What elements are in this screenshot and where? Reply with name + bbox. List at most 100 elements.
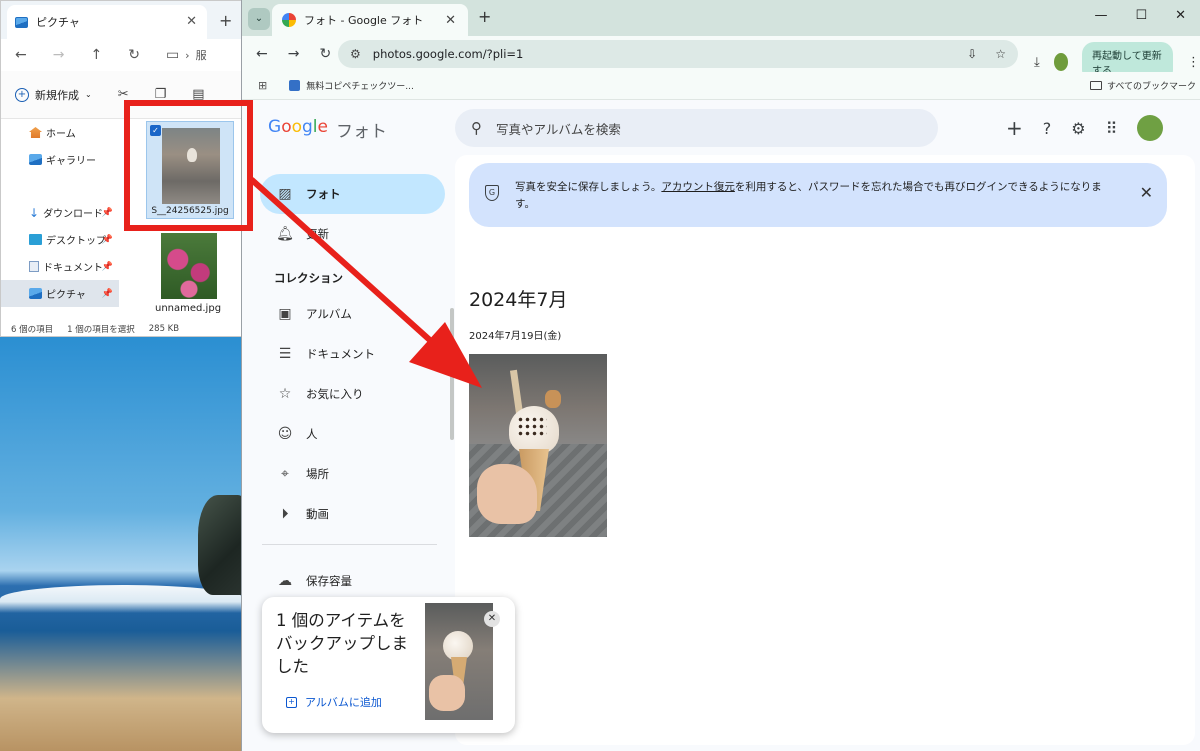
bookmark-label: 無料コピペチェックツー... bbox=[306, 82, 414, 92]
gallery-icon bbox=[29, 154, 42, 165]
new-tab-button[interactable]: + bbox=[478, 7, 491, 26]
nav-label: 更新 bbox=[306, 227, 329, 241]
settings-gear-icon[interactable]: ⚙ bbox=[1071, 119, 1085, 138]
apps-grid-icon[interactable]: ⊞ bbox=[258, 79, 267, 92]
close-icon[interactable]: ✕ bbox=[186, 14, 197, 29]
all-bookmarks-button[interactable]: すべてのブックマーク bbox=[1089, 79, 1196, 92]
bookmarks-bar: ⊞ 無料コピペチェックツー... すべてのブックマーク bbox=[242, 72, 1200, 100]
nav-label: 保存容量 bbox=[306, 574, 352, 588]
sidebar-item-label: ホーム bbox=[46, 129, 76, 140]
nav-item-favorites[interactable]: ☆ お気に入り bbox=[260, 374, 445, 414]
nav-item-updates[interactable]: 🔔︎ 更新 bbox=[260, 214, 445, 254]
bookmark-star-icon[interactable]: ☆ bbox=[995, 47, 1006, 61]
photos-sidebar: ▨ フォト 🔔︎ 更新 コレクション ▣ アルバム ☰ ドキュメント ☆ お気に… bbox=[260, 174, 445, 601]
photo-thumbnail[interactable] bbox=[469, 354, 607, 537]
download-icon[interactable]: ⤓ bbox=[1034, 55, 1040, 70]
sidebar-item-home[interactable]: ホーム bbox=[1, 119, 119, 146]
file-name: unnamed.jpg bbox=[155, 303, 222, 314]
explorer-tab[interactable]: ピクチャ ✕ bbox=[7, 5, 207, 39]
chevron-down-icon: ⌄ bbox=[85, 90, 92, 99]
bell-icon: 🔔︎ bbox=[276, 226, 294, 242]
nav-label: ドキュメント bbox=[306, 347, 375, 361]
sidebar-item-label: ダウンロード bbox=[43, 209, 104, 220]
tab-search-button[interactable]: ⌄ bbox=[248, 8, 270, 30]
nav-item-people[interactable]: ☺ 人 bbox=[260, 414, 445, 454]
add-to-album-label: アルバムに追加 bbox=[305, 696, 382, 709]
document-icon bbox=[29, 261, 39, 272]
apps-grid-icon[interactable]: ⠿ bbox=[1106, 119, 1118, 138]
chrome-tab-bar: ⌄ フォト - Google フォト ✕ + — ☐ ✕ bbox=[242, 0, 1200, 36]
url-text: photos.google.com/?pli=1 bbox=[372, 47, 524, 61]
minimize-icon[interactable]: — bbox=[1094, 8, 1107, 23]
photo-icon: ▨ bbox=[278, 186, 292, 202]
sidebar-item-documents[interactable]: ドキュメント 📌 bbox=[1, 253, 119, 280]
sidebar-item-label: ギャラリー bbox=[46, 156, 96, 167]
sidebar-item-desktop[interactable]: デスクトップ 📌 bbox=[1, 226, 119, 253]
folder-icon bbox=[1089, 81, 1102, 90]
status-selected: 1 個の項目を選択 bbox=[67, 324, 135, 335]
add-to-album-button[interactable]: + アルバムに追加 bbox=[286, 694, 382, 710]
close-icon[interactable]: ✕ bbox=[1140, 183, 1153, 202]
profile-avatar[interactable] bbox=[1053, 53, 1068, 71]
month-heading: 2024年7月 bbox=[469, 289, 568, 311]
close-icon[interactable]: ✕ bbox=[484, 611, 500, 627]
search-placeholder: 写真やアルバムを検索 bbox=[496, 121, 621, 137]
chrome-window: ⌄ フォト - Google フォト ✕ + — ☐ ✕ ← → ↻ ⚙ pho… bbox=[241, 0, 1200, 751]
omnibox-actions: ⇩ ☆ bbox=[967, 47, 1006, 61]
home-icon bbox=[29, 127, 42, 138]
product-name: フォト bbox=[336, 122, 387, 142]
pin-icon: 📌 bbox=[101, 234, 113, 245]
refresh-icon[interactable]: ↻ bbox=[128, 47, 140, 63]
photos-main-panel: G 写真を安全に保存しましょう。アカウント復元を利用すると、パスワードを忘れた場… bbox=[455, 155, 1195, 745]
account-avatar[interactable] bbox=[1137, 115, 1164, 141]
toast-photo-thumbnail[interactable] bbox=[425, 603, 493, 720]
google-photos-page: Google フォト ⚲ 写真やアルバムを検索 + ? ⚙ ⠿ ▨ フォト 🔔︎… bbox=[242, 100, 1200, 751]
sidebar-item-pictures[interactable]: ピクチャ 📌 bbox=[1, 280, 119, 307]
nav-item-documents[interactable]: ☰ ドキュメント bbox=[260, 334, 445, 374]
pin-icon: 📌 bbox=[101, 261, 113, 272]
google-photos-logo[interactable]: Google フォト bbox=[268, 117, 387, 142]
new-button[interactable]: + 新規作成 ⌄ bbox=[15, 87, 92, 103]
nav-label: 場所 bbox=[306, 467, 329, 481]
account-recovery-link[interactable]: アカウント復元 bbox=[661, 181, 735, 193]
up-arrow-icon[interactable]: ↑ bbox=[90, 47, 102, 63]
address-bar[interactable]: ⚙ photos.google.com/?pli=1 ⇩ ☆ bbox=[338, 40, 1018, 68]
nav-label: フォト bbox=[306, 187, 341, 201]
desktop-icon bbox=[29, 234, 42, 245]
annotation-highlight-box bbox=[124, 100, 253, 231]
reload-icon[interactable]: ↻ bbox=[319, 46, 331, 62]
create-plus-icon[interactable]: + bbox=[1006, 116, 1023, 140]
nav-item-albums[interactable]: ▣ アルバム bbox=[260, 294, 445, 334]
breadcrumb[interactable]: ▭ › 服 bbox=[166, 47, 207, 63]
sidebar-scrollbar[interactable] bbox=[450, 308, 454, 440]
maximize-icon[interactable]: ☐ bbox=[1135, 8, 1147, 23]
album-icon: ▣ bbox=[278, 306, 292, 322]
help-icon[interactable]: ? bbox=[1043, 119, 1052, 138]
close-icon[interactable]: ✕ bbox=[445, 13, 456, 28]
all-bookmarks-label: すべてのブックマーク bbox=[1106, 82, 1196, 92]
sidebar-item-gallery[interactable]: ギャラリー bbox=[1, 146, 119, 173]
chrome-tab[interactable]: フォト - Google フォト ✕ bbox=[272, 4, 468, 36]
new-tab-button[interactable]: + bbox=[219, 11, 232, 30]
nav-item-places[interactable]: ⌖ 場所 bbox=[260, 454, 445, 494]
forward-arrow-icon[interactable]: → bbox=[53, 47, 65, 63]
sidebar-item-downloads[interactable]: ↓ ダウンロード 📌 bbox=[1, 199, 119, 226]
nav-item-videos[interactable]: ⏵ 動画 bbox=[260, 494, 445, 534]
site-info-icon[interactable]: ⚙ bbox=[350, 47, 361, 61]
chevron-right-icon: › bbox=[185, 48, 190, 62]
plus-circle-icon: + bbox=[15, 87, 29, 102]
file-thumbnail[interactable] bbox=[161, 233, 217, 299]
search-input[interactable]: ⚲ 写真やアルバムを検索 bbox=[455, 109, 938, 147]
close-icon[interactable]: ✕ bbox=[1175, 8, 1186, 23]
pictures-icon bbox=[15, 16, 28, 28]
nav-item-photos[interactable]: ▨ フォト bbox=[260, 174, 445, 214]
more-menu-icon[interactable]: ⋮ bbox=[1187, 55, 1200, 70]
bookmark-item[interactable]: 無料コピペチェックツー... bbox=[289, 79, 414, 92]
nav-item-storage[interactable]: ☁ 保存容量 bbox=[260, 561, 445, 601]
back-arrow-icon[interactable]: ← bbox=[15, 47, 27, 63]
forward-arrow-icon[interactable]: → bbox=[288, 46, 300, 62]
nav-divider bbox=[262, 544, 437, 545]
back-arrow-icon[interactable]: ← bbox=[256, 46, 268, 62]
window-controls: — ☐ ✕ bbox=[1094, 8, 1186, 23]
install-app-icon[interactable]: ⇩ bbox=[967, 47, 977, 61]
